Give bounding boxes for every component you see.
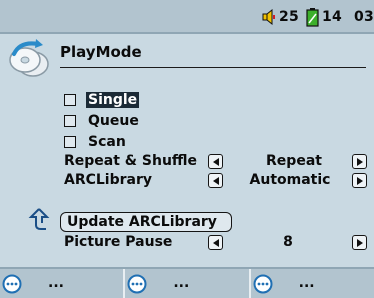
softkey-label: ... xyxy=(173,275,190,291)
checkbox-queue[interactable] xyxy=(64,115,76,127)
next-value-button[interactable] xyxy=(352,173,367,188)
setting-label: ARCLibrary xyxy=(64,172,153,188)
volume-level: 25 xyxy=(279,9,299,25)
prev-value-button[interactable] xyxy=(208,173,223,188)
prev-value-button[interactable] xyxy=(208,235,223,250)
battery-icon xyxy=(306,7,319,27)
checkbox-scan[interactable] xyxy=(64,136,76,148)
back-arrow-icon[interactable] xyxy=(28,207,50,231)
next-value-button[interactable] xyxy=(352,154,367,169)
volume-indicator: 25 xyxy=(262,7,299,27)
status-bar: 25 14 03 xyxy=(0,0,374,34)
softkey-3[interactable]: ... xyxy=(251,269,374,298)
setting-value: 8 xyxy=(283,234,293,250)
setting-label: Picture Pause xyxy=(64,234,173,250)
more-options-icon xyxy=(2,274,22,294)
setting-value: Repeat xyxy=(266,153,322,169)
page-title: PlayMode xyxy=(60,43,142,61)
speaker-icon xyxy=(262,9,275,25)
softkey-label: ... xyxy=(48,275,64,291)
clock: 03 xyxy=(354,7,374,27)
prev-value-button[interactable] xyxy=(208,154,223,169)
setting-repeat-shuffle: Repeat & Shuffle Repeat xyxy=(64,152,370,172)
setting-picture-pause: Picture Pause 8 xyxy=(64,233,370,253)
option-label-single: Single xyxy=(86,92,140,108)
checkbox-single[interactable] xyxy=(64,94,76,106)
triangle-right-icon xyxy=(356,238,363,247)
triangle-right-icon xyxy=(356,157,363,166)
softkey-1[interactable]: ... xyxy=(0,269,126,298)
battery-indicator: 14 xyxy=(306,7,342,27)
softkey-bar: ... ... ... xyxy=(0,267,374,298)
option-label-scan: Scan xyxy=(88,134,126,150)
setting-value: Automatic xyxy=(249,172,331,188)
next-value-button[interactable] xyxy=(352,235,367,250)
softkey-label: ... xyxy=(298,275,315,291)
title-divider xyxy=(60,67,366,68)
triangle-left-icon xyxy=(212,238,219,247)
clock-time: 03 xyxy=(354,9,374,25)
option-single[interactable]: Single xyxy=(64,91,140,109)
option-label-queue: Queue xyxy=(88,113,139,129)
option-queue[interactable]: Queue xyxy=(64,112,139,130)
disc-icon xyxy=(9,39,49,77)
softkey-2[interactable]: ... xyxy=(125,269,251,298)
more-options-icon xyxy=(127,274,147,294)
playmode-screen: 25 14 03 PlayMode Single Queue Scan Repe… xyxy=(0,0,374,298)
option-scan[interactable]: Scan xyxy=(64,133,126,151)
triangle-left-icon xyxy=(212,157,219,166)
setting-arclibrary: ARCLibrary Automatic xyxy=(64,171,370,191)
setting-label: Repeat & Shuffle xyxy=(64,153,198,169)
more-options-icon xyxy=(253,274,273,294)
triangle-left-icon xyxy=(212,176,219,185)
update-arclibrary-button[interactable]: Update ARCLibrary xyxy=(60,212,232,232)
triangle-right-icon xyxy=(356,176,363,185)
battery-level: 14 xyxy=(322,9,342,25)
